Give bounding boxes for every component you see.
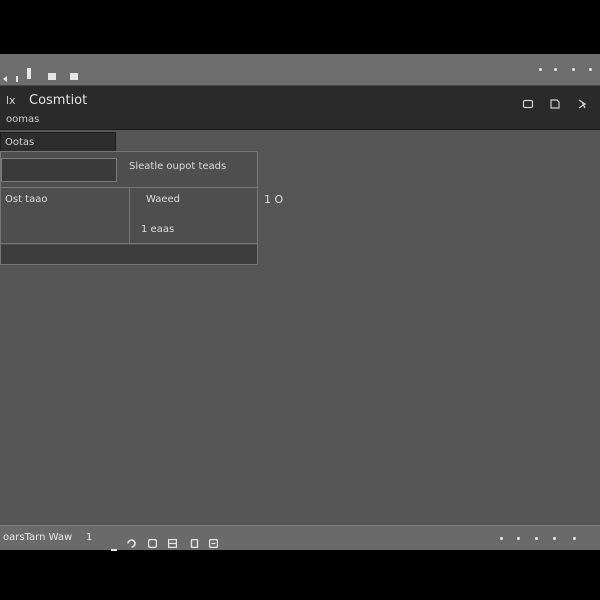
- panel-cell-left[interactable]: Ost taao: [1, 188, 130, 244]
- dot-icon[interactable]: [554, 68, 557, 71]
- tab-label: Ootas: [5, 137, 35, 148]
- search-input[interactable]: [1, 158, 117, 182]
- cloud-icon[interactable]: [147, 533, 158, 549]
- app-header: lx Cosmtiot oomas: [0, 86, 600, 130]
- panel-heading: Sleatle oupot teads: [129, 161, 227, 172]
- clipboard-icon[interactable]: [549, 95, 561, 109]
- pin-icon[interactable]: [576, 95, 588, 109]
- status-separator: 1: [86, 532, 93, 543]
- dot-icon[interactable]: [539, 68, 542, 71]
- tab-ootas[interactable]: Ootas: [0, 132, 116, 152]
- dropdown-panel: Sleatle oupot teads Ost taao Waeed 1 eaa…: [0, 151, 258, 265]
- app-icon: lx: [6, 94, 16, 107]
- panel-header: Sleatle oupot teads: [1, 152, 257, 188]
- forward-icon[interactable]: [16, 67, 19, 86]
- panel-footer: [1, 245, 257, 264]
- reload-icon[interactable]: [48, 66, 78, 85]
- dot-icon[interactable]: [553, 537, 556, 540]
- grid-icon[interactable]: [167, 533, 178, 549]
- dot-icon[interactable]: [572, 68, 575, 71]
- status-bar: oarsTarn Waw 1: [0, 525, 600, 551]
- side-marker: 1 O: [264, 193, 284, 206]
- arrow-left-icon[interactable]: [111, 538, 120, 551]
- refresh-icon[interactable]: [127, 533, 136, 548]
- dot-icon[interactable]: [500, 537, 503, 540]
- window-icon[interactable]: [522, 95, 534, 109]
- page-subtitle: oomas: [6, 114, 40, 125]
- dot-icon[interactable]: [517, 537, 520, 540]
- page-title: Cosmtiot: [29, 93, 88, 108]
- cell-label: 1 eaas: [141, 224, 175, 235]
- panel-cell-right[interactable]: Waeed 1 eaas: [130, 188, 257, 244]
- cell-label: Ost taao: [5, 194, 48, 205]
- back-icon[interactable]: [3, 67, 8, 86]
- window-titlebar: [0, 54, 600, 86]
- doc-icon[interactable]: [208, 533, 219, 549]
- main-content: Ootas Sleatle oupot teads Ost taao Waeed…: [0, 130, 600, 525]
- stop-icon[interactable]: [27, 64, 31, 83]
- lock-icon[interactable]: [190, 533, 199, 549]
- dot-icon[interactable]: [573, 537, 576, 540]
- dot-icon[interactable]: [589, 68, 592, 71]
- dot-icon[interactable]: [535, 537, 538, 540]
- status-text: oarsTarn Waw: [3, 532, 73, 543]
- cell-label: Waeed: [146, 194, 181, 205]
